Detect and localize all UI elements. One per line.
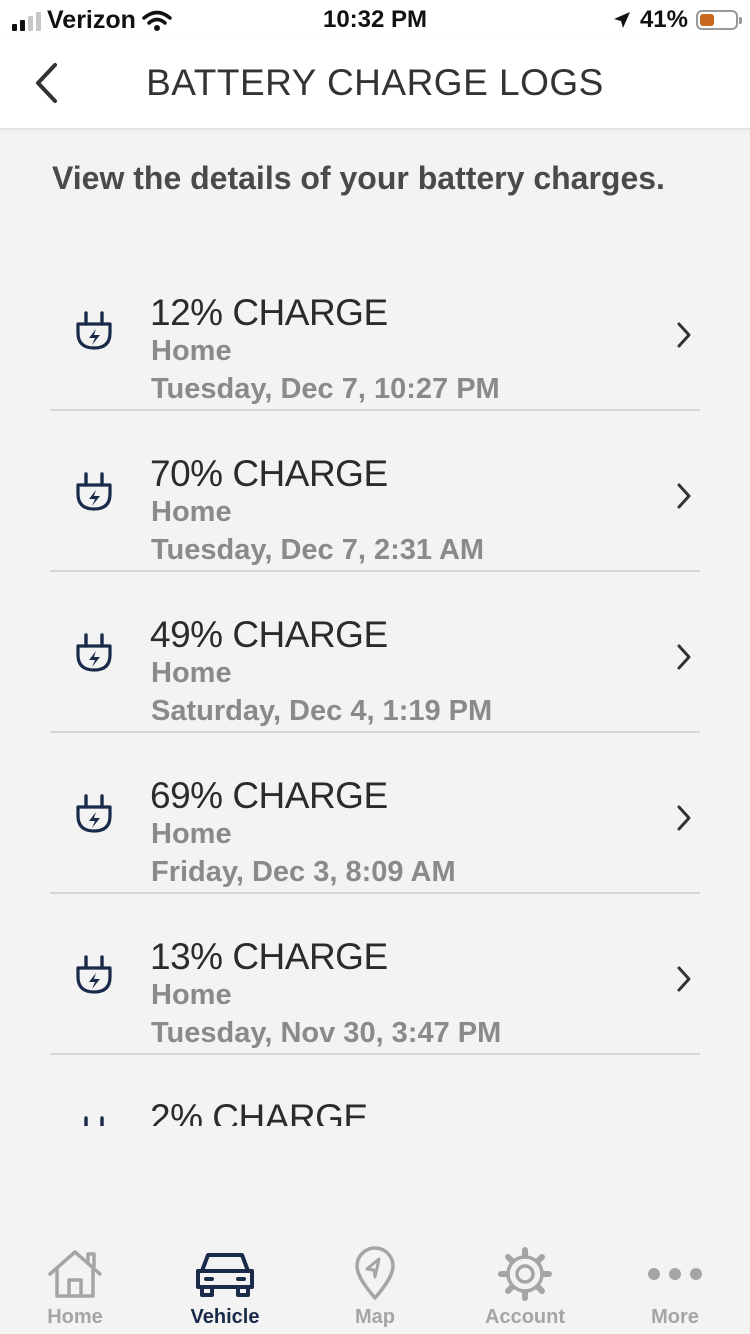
charge-title: 12% CHARGE <box>150 292 388 333</box>
gear-icon <box>498 1247 552 1301</box>
charge-location: Home <box>151 496 232 528</box>
charge-log-list: 12% CHARGE Home Tuesday, Dec 7, 10:27 PM… <box>50 250 700 1126</box>
charger-plug-icon <box>76 472 112 511</box>
chevron-right-icon <box>674 1125 694 1126</box>
status-bar: Verizon 10:32 PM 41% <box>0 0 750 40</box>
tab-map[interactable]: Map <box>300 1244 450 1329</box>
charge-title: 2% CHARGE <box>150 1097 368 1126</box>
location-arrow-icon <box>613 12 630 28</box>
tab-home[interactable]: Home <box>0 1244 150 1329</box>
charge-log-row[interactable]: 69% CHARGE Home Friday, Dec 3, 8:09 AM <box>50 733 700 894</box>
charge-log-row[interactable]: 49% CHARGE Home Saturday, Dec 4, 1:19 PM <box>50 572 700 733</box>
tab-vehicle[interactable]: Vehicle <box>150 1244 300 1329</box>
charge-date: Tuesday, Dec 7, 10:27 PM <box>151 373 500 405</box>
map-pin-icon <box>355 1246 395 1300</box>
charge-title: 49% CHARGE <box>150 614 388 655</box>
charger-plug-icon <box>76 955 112 994</box>
tab-vehicle-label: Vehicle <box>190 1306 260 1328</box>
tab-more[interactable]: More <box>600 1244 750 1329</box>
car-icon <box>196 1253 254 1297</box>
tab-bar: Home Vehicle Map Account More <box>0 1228 750 1334</box>
battery-percent: 41% <box>639 6 688 33</box>
charge-location: Home <box>151 818 232 850</box>
charge-log-row[interactable]: 2% CHARGE <box>50 1055 700 1126</box>
charge-location: Home <box>151 335 232 367</box>
charge-log-row[interactable]: 12% CHARGE Home Tuesday, Dec 7, 10:27 PM <box>50 250 700 411</box>
charge-title: 69% CHARGE <box>150 775 388 816</box>
chevron-right-icon <box>677 644 691 670</box>
chevron-right-icon <box>677 966 691 992</box>
charge-title: 13% CHARGE <box>150 936 388 977</box>
charge-log-row[interactable]: 70% CHARGE Home Tuesday, Dec 7, 2:31 AM <box>50 411 700 572</box>
tab-map-label: Map <box>355 1306 395 1328</box>
chevron-right-icon <box>677 322 691 348</box>
page-title: BATTERY CHARGE LOGS <box>146 62 604 103</box>
status-right: 41% <box>612 6 742 34</box>
charge-location: Home <box>151 979 232 1011</box>
charge-location: Home <box>151 657 232 689</box>
charge-date: Tuesday, Dec 7, 2:31 AM <box>151 534 485 566</box>
tab-more-label: More <box>651 1306 699 1328</box>
charge-title: 70% CHARGE <box>150 453 388 494</box>
battery-fill <box>700 14 714 26</box>
tab-account-label: Account <box>485 1306 565 1328</box>
charger-plug-icon <box>76 633 112 672</box>
page-subtitle: View the details of your battery charges… <box>52 160 665 196</box>
more-dots-icon <box>648 1268 702 1280</box>
tab-home-label: Home <box>47 1306 103 1328</box>
charge-date: Tuesday, Nov 30, 3:47 PM <box>151 1017 502 1049</box>
battery-icon <box>696 10 742 30</box>
charge-date: Saturday, Dec 4, 1:19 PM <box>151 695 493 727</box>
charger-plug-icon <box>84 1116 104 1126</box>
navigation-bar: BATTERY CHARGE LOGS <box>0 40 750 129</box>
chevron-right-icon <box>677 805 691 831</box>
charge-date: Friday, Dec 3, 8:09 AM <box>151 856 456 888</box>
charge-log-row[interactable]: 13% CHARGE Home Tuesday, Nov 30, 3:47 PM <box>50 894 700 1055</box>
charger-plug-icon <box>76 794 112 833</box>
tab-account[interactable]: Account <box>450 1244 600 1329</box>
charger-plug-icon <box>76 311 112 350</box>
house-icon <box>48 1250 102 1298</box>
chevron-right-icon <box>677 483 691 509</box>
